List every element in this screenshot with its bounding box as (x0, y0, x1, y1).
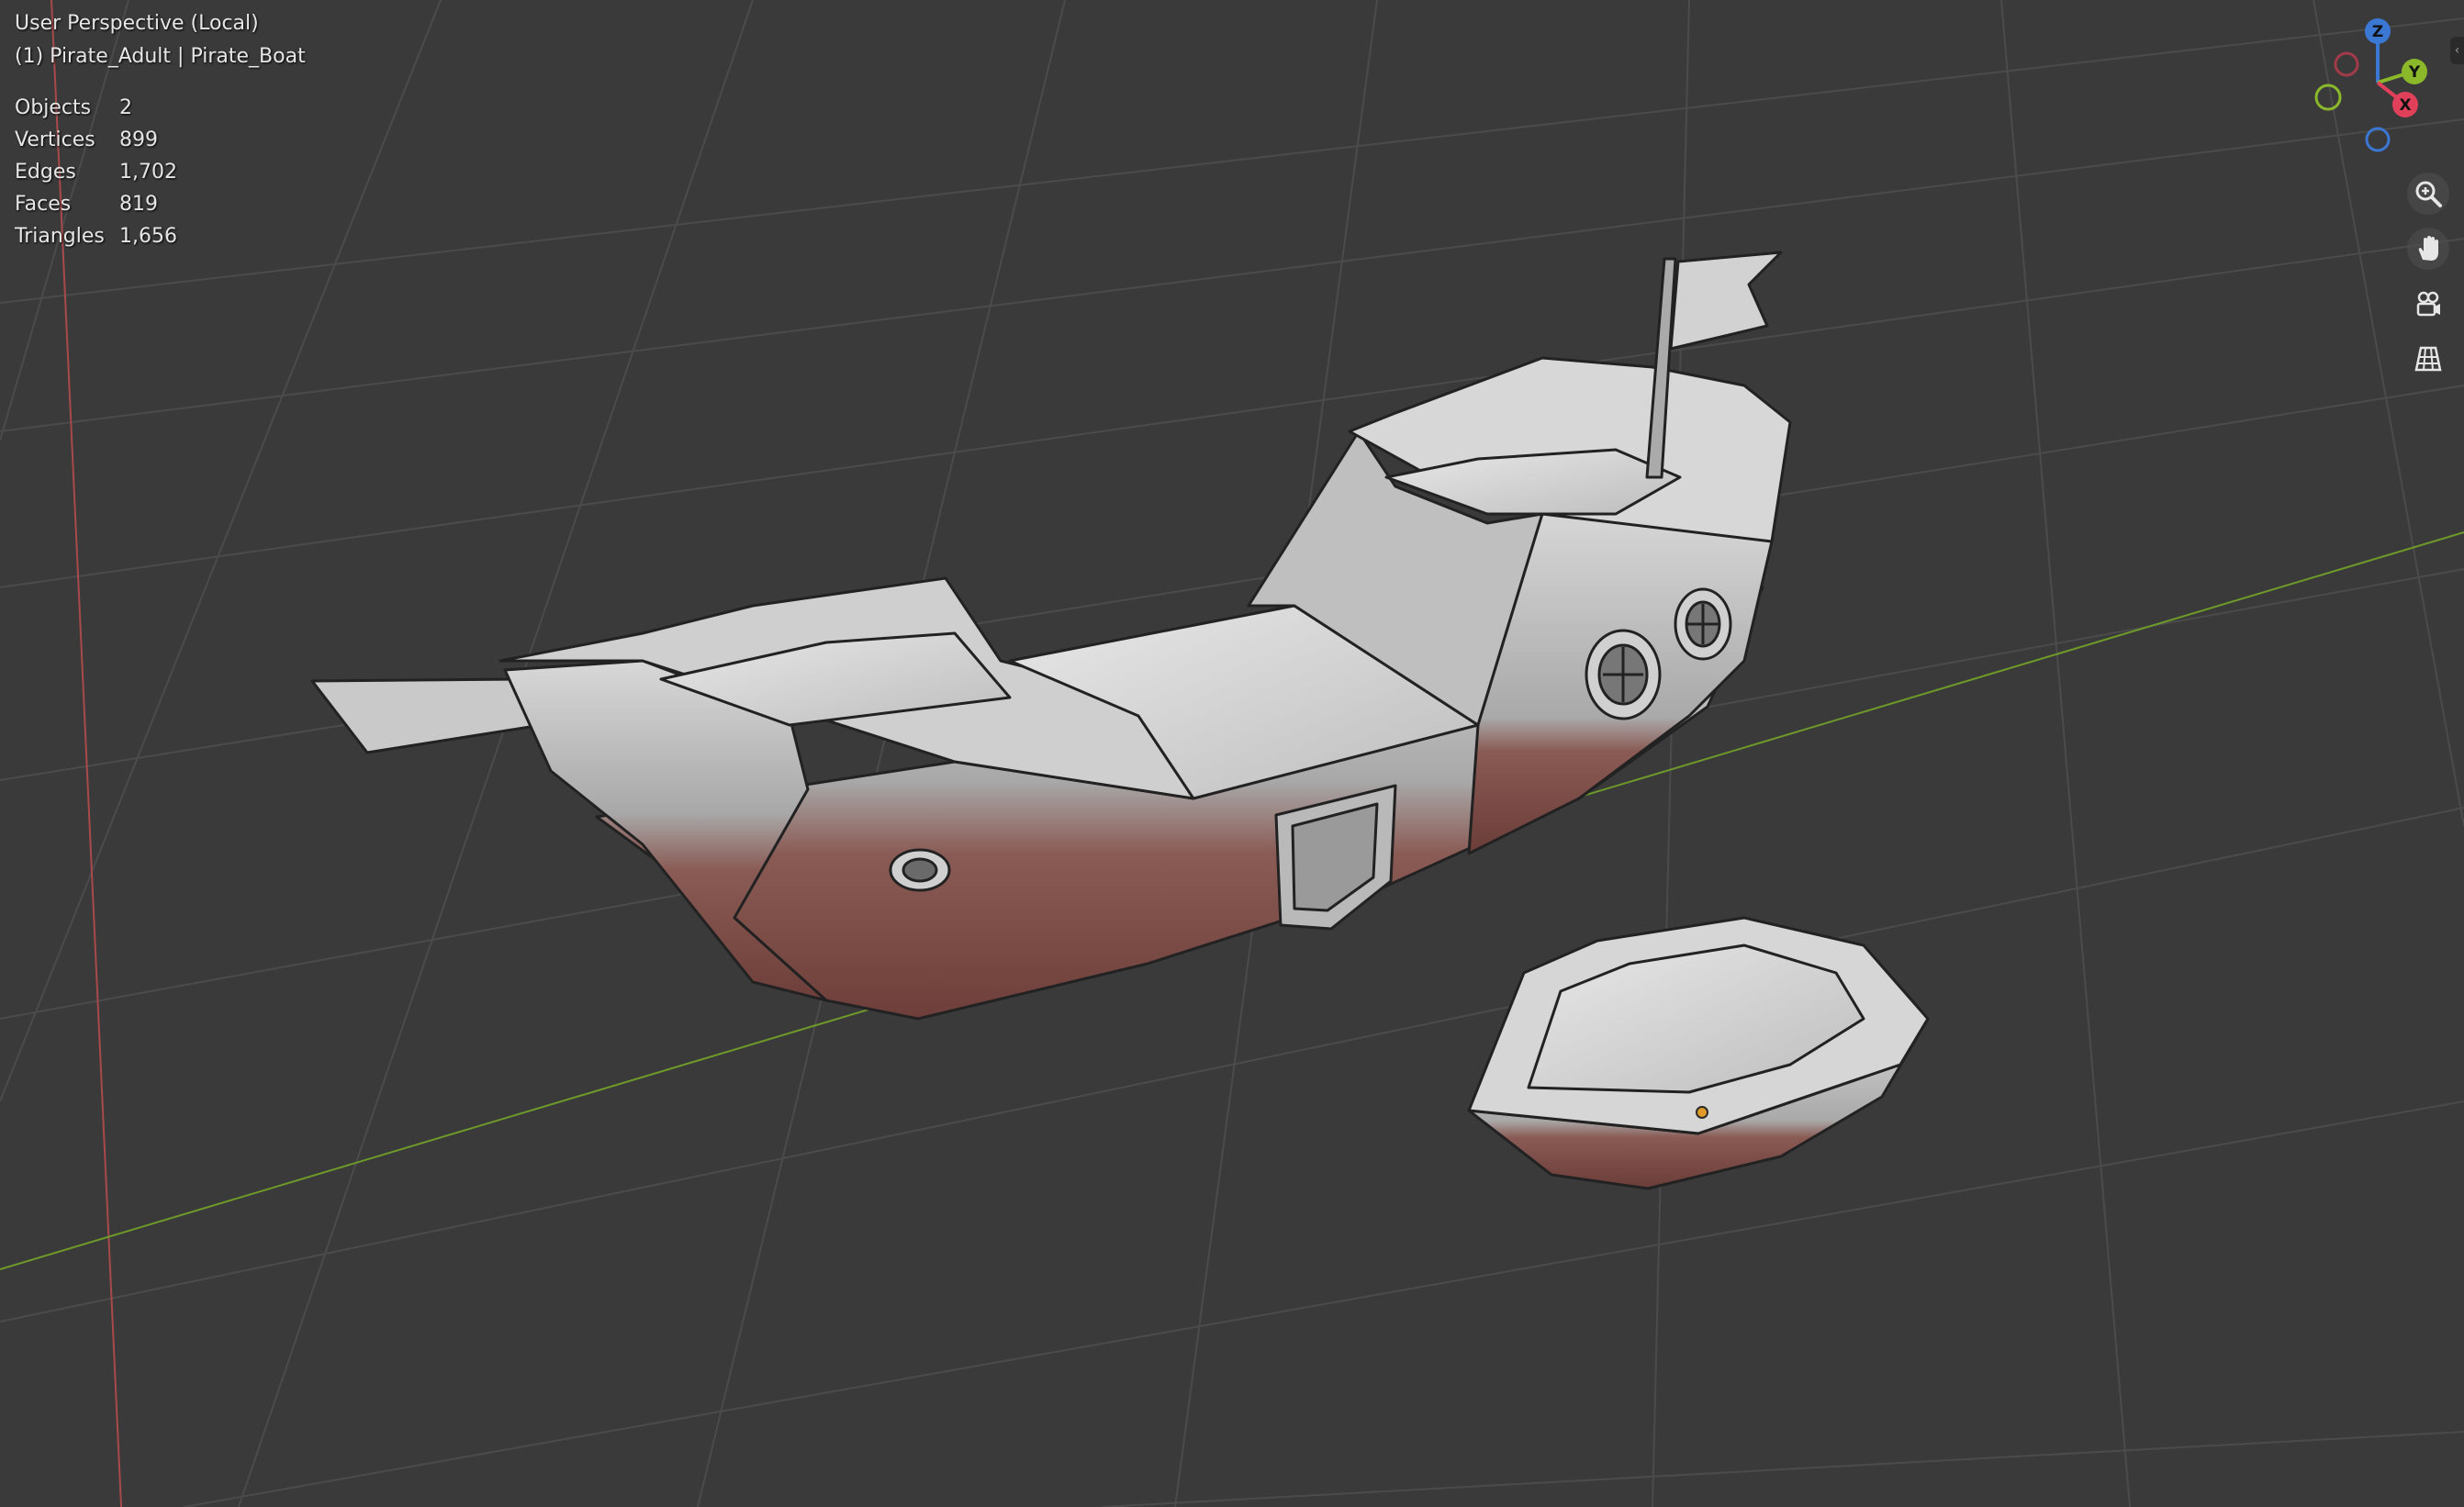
scene-statistics: Objects 2 Vertices 899 Edges 1,702 Faces… (15, 92, 306, 252)
gizmo-neg-z[interactable] (2365, 127, 2391, 152)
porthole-front (889, 848, 951, 892)
stat-faces: Faces 819 (15, 188, 306, 220)
sidebar-toggle-tab[interactable]: ‹ (2450, 37, 2464, 64)
gizmo-neg-x[interactable] (2334, 51, 2359, 77)
gizmo-neg-y[interactable] (2314, 84, 2342, 111)
svg-text:Y: Y (2408, 63, 2421, 82)
stat-label: Vertices (15, 128, 95, 151)
pan-hand-icon (2418, 236, 2438, 261)
stat-value: 819 (119, 193, 158, 216)
zoom-button[interactable] (2407, 173, 2449, 215)
stat-objects: Objects 2 (15, 92, 306, 124)
stat-label: Objects (15, 96, 92, 119)
rowboat-mesh[interactable] (1467, 916, 1930, 1190)
viewport-info-overlay: User Perspective (Local) (1) Pirate_Adul… (15, 7, 306, 252)
svg-text:X: X (2399, 96, 2411, 115)
stat-value: 2 (119, 96, 132, 119)
svg-text:Z: Z (2372, 23, 2383, 41)
camera-view-button[interactable] (2407, 283, 2449, 325)
stat-edges: Edges 1,702 (15, 156, 306, 188)
pirate-ship-mesh[interactable] (310, 251, 1792, 1021)
porthole-rear-2 (1674, 587, 1732, 661)
stat-label: Triangles (15, 225, 105, 248)
gizmo-z-axis[interactable]: Z (2365, 18, 2391, 44)
gizmo-x-axis[interactable]: X (2392, 92, 2418, 117)
view-title: User Perspective (Local) (15, 12, 259, 35)
pan-button[interactable] (2407, 228, 2449, 270)
viewport-scene[interactable] (0, 0, 2464, 1507)
stat-triangles: Triangles 1,656 (15, 220, 306, 252)
stat-value: 1,702 (119, 161, 177, 184)
ortho-grid-icon (2414, 346, 2442, 372)
stat-vertices: Vertices 899 (15, 124, 306, 156)
ship-bowsprit[interactable] (310, 677, 543, 754)
gizmo-y-axis[interactable]: Y (2402, 59, 2427, 84)
camera-view-icon (2416, 291, 2440, 317)
origin-point (1696, 1106, 1708, 1119)
ship-flag (1669, 251, 1783, 351)
3d-viewport[interactable]: User Perspective (Local) (1) Pirate_Adul… (0, 0, 2464, 1507)
collection-path: (1) Pirate_Adult | Pirate_Boat (15, 45, 306, 68)
stat-label: Faces (15, 193, 72, 216)
ortho-toggle-button[interactable] (2407, 338, 2449, 380)
zoom-icon (2415, 181, 2442, 207)
stat-value: 1,656 (119, 225, 177, 248)
stat-label: Edges (15, 161, 76, 184)
porthole-rear-1 (1585, 629, 1662, 720)
navigation-gizmo[interactable]: Z Y X (2295, 17, 2433, 154)
stat-value: 899 (119, 128, 158, 151)
